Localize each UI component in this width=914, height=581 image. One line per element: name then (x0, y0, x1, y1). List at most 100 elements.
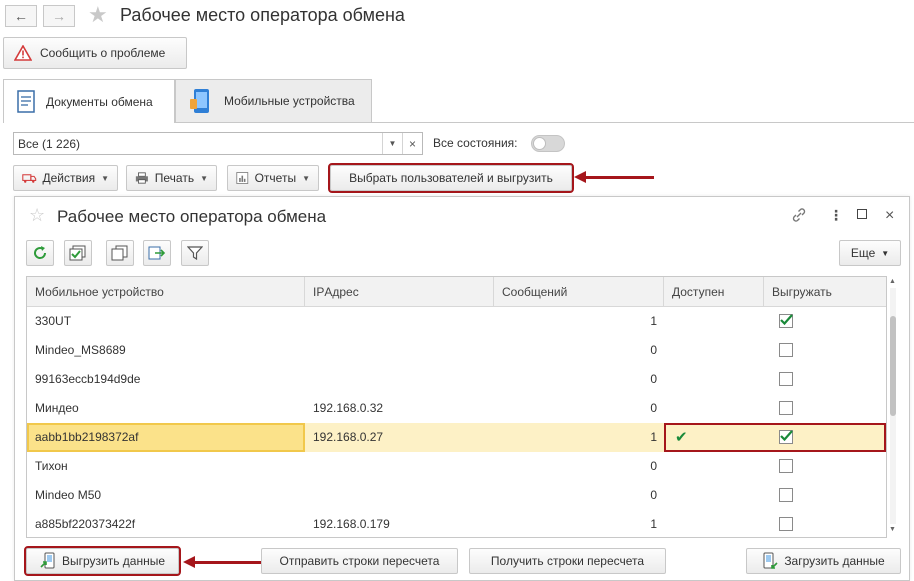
warning-icon (14, 45, 32, 61)
export-checkbox[interactable] (779, 372, 793, 386)
report-problem-button[interactable]: Сообщить о проблеме (3, 37, 187, 69)
upload-data-button[interactable]: Выгрузить данные (24, 546, 181, 576)
ip-cell (305, 307, 494, 336)
toggle-knob (533, 137, 546, 150)
tab-mobile-devices-label: Мобильные устройства (224, 94, 355, 108)
clear-icon[interactable]: × (402, 133, 422, 154)
column-header-available[interactable]: Доступен (664, 277, 764, 307)
report-problem-label: Сообщить о проблеме (40, 46, 166, 60)
messages-cell: 0 (650, 401, 657, 415)
export-checkbox[interactable] (779, 488, 793, 502)
forward-button[interactable]: → (43, 5, 75, 27)
filter-button[interactable] (181, 240, 209, 266)
messages-cell: 0 (650, 343, 657, 357)
scroll-down-icon[interactable]: ▼ (889, 526, 896, 533)
favorite-star-icon[interactable]: ★ (88, 2, 108, 28)
messages-cell: 0 (650, 488, 657, 502)
more-options-icon[interactable]: ⋮ (829, 207, 843, 224)
column-header-export[interactable]: Выгружать (764, 277, 886, 307)
device-cell: Миндео (35, 401, 79, 415)
maximize-icon[interactable] (857, 209, 867, 219)
state-filter-value: Все (1 226) (18, 136, 81, 151)
filter-icon (187, 246, 203, 260)
device-cell: Тихон (35, 459, 68, 473)
table-row[interactable]: a885bf220373422f 192.168.0.179 1 (27, 510, 886, 537)
export-checkbox[interactable] (779, 459, 793, 473)
table-scrollbar[interactable]: ▲ ▼ (888, 276, 898, 538)
caret-down-icon: ▼ (881, 248, 890, 258)
export-checkbox[interactable] (779, 401, 793, 415)
print-label: Печать (154, 171, 195, 185)
link-icon[interactable] (791, 207, 807, 226)
arrow-left-icon: ← (14, 8, 28, 24)
more-button[interactable]: Еще ▼ (839, 240, 901, 266)
table-row[interactable]: 99163eccb194d9de 0 (27, 365, 886, 394)
caret-down-icon: ▼ (302, 173, 310, 183)
check-all-button[interactable] (64, 240, 92, 266)
messages-cell: 1 (650, 430, 657, 444)
more-label: Еще (850, 246, 876, 260)
export-button[interactable] (143, 240, 171, 266)
ip-cell: 192.168.0.27 (313, 430, 384, 444)
uncheck-all-button[interactable] (106, 240, 134, 266)
table-row[interactable]: Тихон 0 (27, 452, 886, 481)
table-row[interactable]: Mindeo M50 0 (27, 481, 886, 510)
send-recalc-rows-label: Отправить строки пересчета (279, 554, 440, 568)
all-states-label: Все состояния: (433, 136, 518, 150)
export-checkbox[interactable] (779, 517, 793, 531)
tab-exchange-documents[interactable]: Документы обмена (3, 79, 175, 123)
table-header: Мобильное устройство IPАдрес Сообщений Д… (27, 277, 886, 307)
refresh-icon (34, 246, 47, 259)
arrow-right-icon: → (52, 8, 66, 24)
scroll-thumb[interactable] (890, 316, 896, 416)
dialog-window: ☆ Рабочее место оператора обмена ⋮ × Еще… (14, 196, 910, 581)
table-row[interactable]: Mindeo_MS8689 0 (27, 336, 886, 365)
reports-button[interactable]: Отчеты ▼ (227, 165, 319, 191)
scroll-up-icon[interactable]: ▲ (889, 278, 896, 285)
mobile-device-icon (190, 89, 209, 113)
device-cell: 330UT (35, 314, 72, 328)
ip-cell (305, 336, 494, 365)
column-header-ip[interactable]: IPАдрес (305, 277, 494, 307)
close-icon[interactable]: × (885, 207, 894, 225)
upload-device-icon (40, 552, 55, 569)
get-recalc-rows-button[interactable]: Получить строки пересчета (469, 548, 666, 574)
highlight-box (664, 423, 886, 452)
upload-data-label: Выгрузить данные (61, 554, 166, 568)
download-data-button[interactable]: Загрузить данные (746, 548, 901, 574)
get-recalc-rows-label: Получить строки пересчета (490, 554, 645, 568)
ip-cell (305, 481, 494, 510)
export-checkbox[interactable] (779, 314, 793, 328)
favorite-star-icon[interactable]: ☆ (29, 205, 45, 226)
actions-button[interactable]: Действия ▼ (13, 165, 118, 191)
device-cell: 99163eccb194d9de (35, 372, 141, 386)
table-row[interactable]: 330UT 1 (27, 307, 886, 336)
state-filter-select[interactable]: Все (1 226) ▼ × (13, 132, 423, 155)
print-button[interactable]: Печать ▼ (126, 165, 217, 191)
export-icon (148, 246, 166, 260)
column-header-messages[interactable]: Сообщений (494, 277, 664, 307)
actions-label: Действия (42, 171, 96, 185)
document-icon (17, 89, 35, 113)
tab-divider (372, 122, 914, 123)
copy-icon (111, 245, 128, 261)
back-button[interactable]: ← (5, 5, 37, 27)
highlight-arrow (574, 171, 654, 183)
select-users-and-upload-label: Выбрать пользователей и выгрузить (349, 171, 553, 185)
send-recalc-rows-button[interactable]: Отправить строки пересчета (261, 548, 458, 574)
table-row[interactable]: aabb1bb2198372af 192.168.0.27 1 ✔ (27, 423, 886, 452)
report-chart-icon (236, 172, 249, 184)
caret-down-icon: ▼ (101, 173, 109, 183)
devices-table: Мобильное устройство IPАдрес Сообщений Д… (26, 276, 887, 538)
tab-mobile-devices[interactable]: Мобильные устройства (175, 79, 372, 123)
select-users-and-upload-button[interactable]: Выбрать пользователей и выгрузить (328, 163, 574, 193)
printer-icon (135, 172, 148, 184)
export-checkbox[interactable] (779, 343, 793, 357)
refresh-button[interactable] (26, 240, 54, 266)
messages-cell: 0 (650, 372, 657, 386)
messages-cell: 0 (650, 459, 657, 473)
all-states-toggle[interactable] (531, 135, 565, 152)
table-row[interactable]: Миндео 192.168.0.32 0 (27, 394, 886, 423)
column-header-device[interactable]: Мобильное устройство (27, 277, 305, 307)
chevron-down-icon[interactable]: ▼ (382, 133, 402, 154)
